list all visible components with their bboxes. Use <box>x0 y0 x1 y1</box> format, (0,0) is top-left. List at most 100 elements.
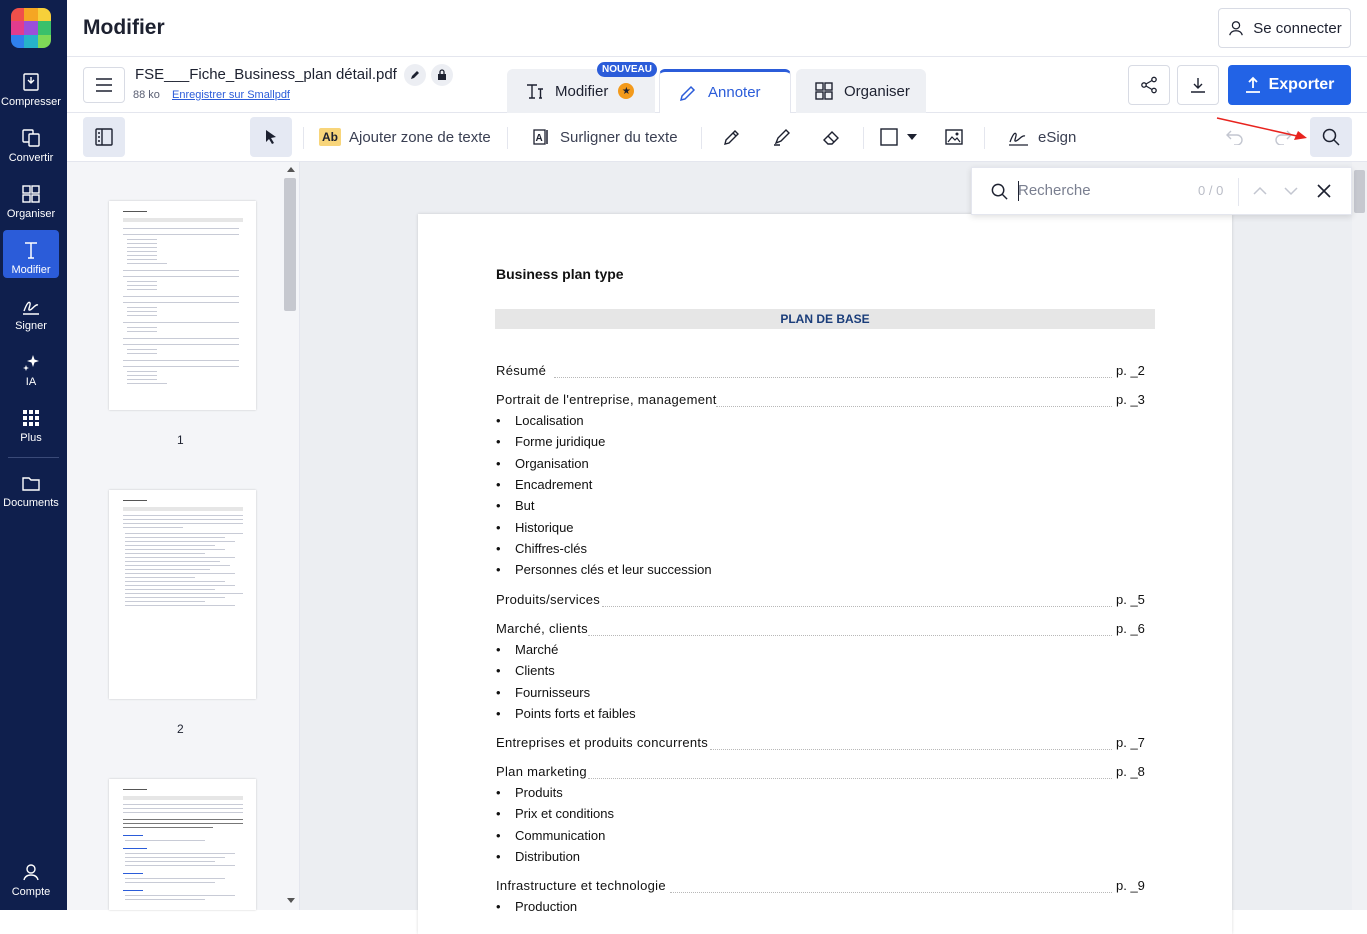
image-icon <box>945 129 963 145</box>
select-tool-button[interactable] <box>250 117 292 157</box>
sidebar-item-compress[interactable]: Compresser <box>1 62 61 110</box>
next-result-icon[interactable] <box>1284 187 1298 196</box>
file-name: FSE___Fiche_Business_plan détail.pdf <box>135 66 397 83</box>
tab-label: Annoter <box>708 84 761 101</box>
signature-icon <box>1009 132 1028 146</box>
share-icon <box>1141 76 1157 94</box>
share-button[interactable] <box>1128 65 1170 105</box>
save-to-smallpdf-link[interactable]: Enregistrer sur Smallpdf <box>172 89 290 101</box>
toc-page: p. _9 <box>1116 878 1145 893</box>
cursor-icon <box>266 130 276 144</box>
sidebar-item-more[interactable]: Plus <box>3 398 59 446</box>
bullet-item: • But <box>496 498 535 513</box>
toolbar-divider <box>984 127 985 149</box>
sparkle-icon <box>23 355 39 371</box>
eraser-tool-button[interactable] <box>810 117 852 157</box>
toc-page: p. _5 <box>1116 592 1145 607</box>
sidebar-item-documents[interactable]: Documents <box>3 463 59 511</box>
sidebar-label: Organiser <box>6 208 56 220</box>
image-tool-button[interactable] <box>933 117 975 157</box>
sidebar-divider <box>8 457 59 458</box>
tab-annotate[interactable]: Annoter <box>659 69 791 113</box>
sidebar-panel-icon <box>95 128 113 146</box>
bullet-item: • Personnes clés et leur succession <box>496 562 712 577</box>
login-button[interactable]: Se connecter <box>1218 8 1351 48</box>
text-edit-icon <box>25 242 37 259</box>
organize-icon <box>815 82 833 100</box>
sidebar-item-ai[interactable]: IA <box>3 342 59 390</box>
search-panel: 0 / 0 <box>971 167 1352 215</box>
page-thumbnail[interactable] <box>109 201 256 410</box>
toc-entry: Plan marketing <box>496 764 587 779</box>
user-icon <box>1229 21 1244 36</box>
tab-label: Organiser <box>844 82 910 100</box>
lock-button[interactable] <box>431 64 453 86</box>
shape-tool-button[interactable] <box>879 117 919 157</box>
toc-entry: Portrait de l'entreprise, management <box>496 392 717 407</box>
tab-organize[interactable]: Organiser <box>796 69 926 113</box>
bullet-item: • Marché <box>496 642 559 657</box>
toggle-thumbnails-button[interactable] <box>83 117 125 157</box>
rectangle-icon <box>880 128 898 146</box>
bullet-item: • Prix et conditions <box>496 806 614 821</box>
sidebar-item-account[interactable]: Compte <box>3 852 59 900</box>
download-button[interactable] <box>1177 65 1219 105</box>
search-divider <box>1238 178 1239 206</box>
new-badge: NOUVEAU <box>597 62 658 77</box>
thumbnail-panel[interactable]: 1 2 <box>67 162 300 910</box>
sidebar-item-edit[interactable]: Modifier <box>3 230 59 278</box>
login-label: Se connecter <box>1253 19 1342 37</box>
search-input[interactable] <box>1018 182 1188 199</box>
sidebar-item-convert[interactable]: Convertir <box>3 118 59 166</box>
export-button[interactable]: Exporter <box>1228 65 1351 105</box>
marker-icon <box>774 129 790 146</box>
sidebar-item-organize[interactable]: Organiser <box>3 174 59 222</box>
file-size: 88 ko <box>133 89 160 101</box>
tab-label: Modifier <box>555 82 609 100</box>
sidebar-label: Documents <box>3 497 59 509</box>
user-icon <box>23 864 39 881</box>
document-viewer[interactable]: Business plan type PLAN DE BASE Résumé p… <box>300 162 1367 934</box>
page-number: 2 <box>177 722 184 736</box>
hamburger-icon <box>96 78 112 92</box>
document-scroll-thumb[interactable] <box>1354 170 1365 213</box>
page-thumbnail[interactable] <box>109 779 256 910</box>
star-icon: ★ <box>618 83 635 99</box>
pen-tool-button[interactable] <box>711 117 753 157</box>
highlight-text-button[interactable]: A Surligner du texte <box>532 117 678 157</box>
search-result-count: 0 / 0 <box>1198 183 1224 198</box>
add-text-box-button[interactable]: Ab Ajouter zone de texte <box>319 117 491 157</box>
highlight-text-label: Surligner du texte <box>560 128 678 146</box>
bullet-item: • Produits <box>496 785 563 800</box>
document-scrollbar[interactable] <box>1352 162 1367 910</box>
sidebar-label: Signer <box>15 320 47 332</box>
thumbnail-scroll-thumb[interactable] <box>284 178 296 311</box>
bullet-item: • Chiffres-clés <box>496 541 588 556</box>
folder-icon <box>22 477 40 491</box>
export-label: Exporter <box>1268 76 1335 93</box>
document-title: Business plan type <box>496 266 624 282</box>
bullet-item: • Encadrement <box>496 477 593 492</box>
rename-button[interactable] <box>404 64 426 86</box>
search-button[interactable] <box>1310 117 1352 157</box>
toc-leader <box>588 635 1112 636</box>
esign-button[interactable]: eSign <box>1008 117 1076 157</box>
smallpdf-logo[interactable] <box>11 8 51 48</box>
marker-tool-button[interactable] <box>761 117 803 157</box>
toolbar-divider <box>701 127 702 149</box>
sidebar-item-sign[interactable]: Signer <box>3 286 59 334</box>
page-thumbnail[interactable] <box>109 490 256 699</box>
eraser-icon <box>823 131 839 145</box>
toc-entry: Entreprises et produits concurrents <box>496 735 709 750</box>
close-icon[interactable] <box>1317 184 1331 198</box>
annotation-arrow <box>1216 117 1307 140</box>
toolbar-divider <box>863 127 864 149</box>
sidebar-label: Compte <box>11 886 51 898</box>
previous-result-icon[interactable] <box>1253 186 1267 195</box>
pdf-page[interactable]: Business plan type PLAN DE BASE Résumé p… <box>418 214 1232 934</box>
text-box-icon: Ab <box>319 128 341 146</box>
sidebar-label: Plus <box>20 432 42 444</box>
convert-icon <box>22 129 40 147</box>
tab-edit[interactable]: NOUVEAU Modifier ★ <box>507 62 658 113</box>
menu-button[interactable] <box>83 67 125 103</box>
